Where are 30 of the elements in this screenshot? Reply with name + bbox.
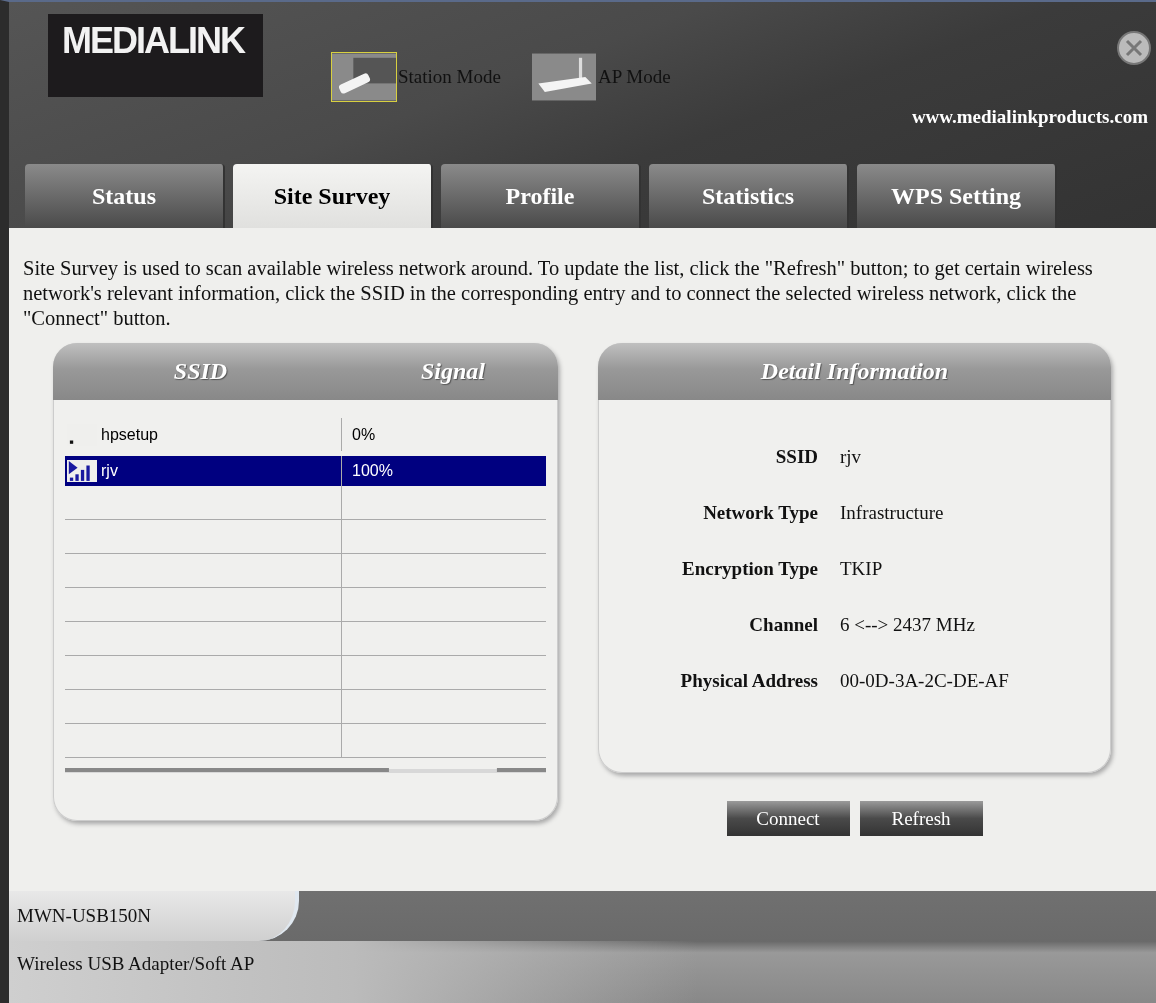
field-value: Infrastructure xyxy=(840,502,945,524)
field-label: Encryption Type xyxy=(681,558,818,580)
field-label: SSID xyxy=(774,446,818,468)
scrollbar[interactable] xyxy=(65,768,546,774)
panel-title: Detail Information xyxy=(760,358,949,385)
action-button[interactable]: Connect xyxy=(726,801,850,836)
description-text: Site Survey is used to scan available wireless network around. To update the list, click the "Refresh" button; to get certain wireless network's relevant information, click the SSID in the corresponding entry and to connect the selected wireless network, click the "Connect" button. xyxy=(23,256,1094,331)
tab[interactable]: Statistics xyxy=(649,164,849,228)
field-value: 00-0D-3A-2C-DE-AF xyxy=(840,670,1010,692)
column-header: Signal xyxy=(420,358,486,385)
tab[interactable]: Status xyxy=(25,164,225,228)
ssid-cell[interactable]: rjv xyxy=(65,456,342,486)
field-label: Physical Address xyxy=(679,670,818,692)
website-link[interactable]: www.medialinkproducts.com xyxy=(911,106,1148,128)
action-button[interactable]: Refresh xyxy=(859,801,983,836)
signal-cell[interactable]: 0% xyxy=(342,418,546,451)
model-name: MWN-USB150N xyxy=(17,905,152,927)
field-value: TKIP xyxy=(840,558,884,580)
tab[interactable]: WPS Setting xyxy=(857,164,1057,228)
field-label: Network Type xyxy=(702,502,818,524)
field-value: rjv xyxy=(840,446,863,468)
tab[interactable]: Site Survey xyxy=(233,164,433,228)
tab[interactable]: Profile xyxy=(441,164,641,228)
column-header: SSID xyxy=(172,358,229,385)
close-icon[interactable] xyxy=(1116,30,1152,66)
ssid-cell[interactable]: hpsetup xyxy=(65,418,342,451)
field-label: Channel xyxy=(748,614,818,636)
signal-cell[interactable]: 100% xyxy=(342,456,546,486)
logo: MEDIALINK xyxy=(48,14,263,97)
field-value: 6 <--> 2437 MHz xyxy=(840,614,976,636)
